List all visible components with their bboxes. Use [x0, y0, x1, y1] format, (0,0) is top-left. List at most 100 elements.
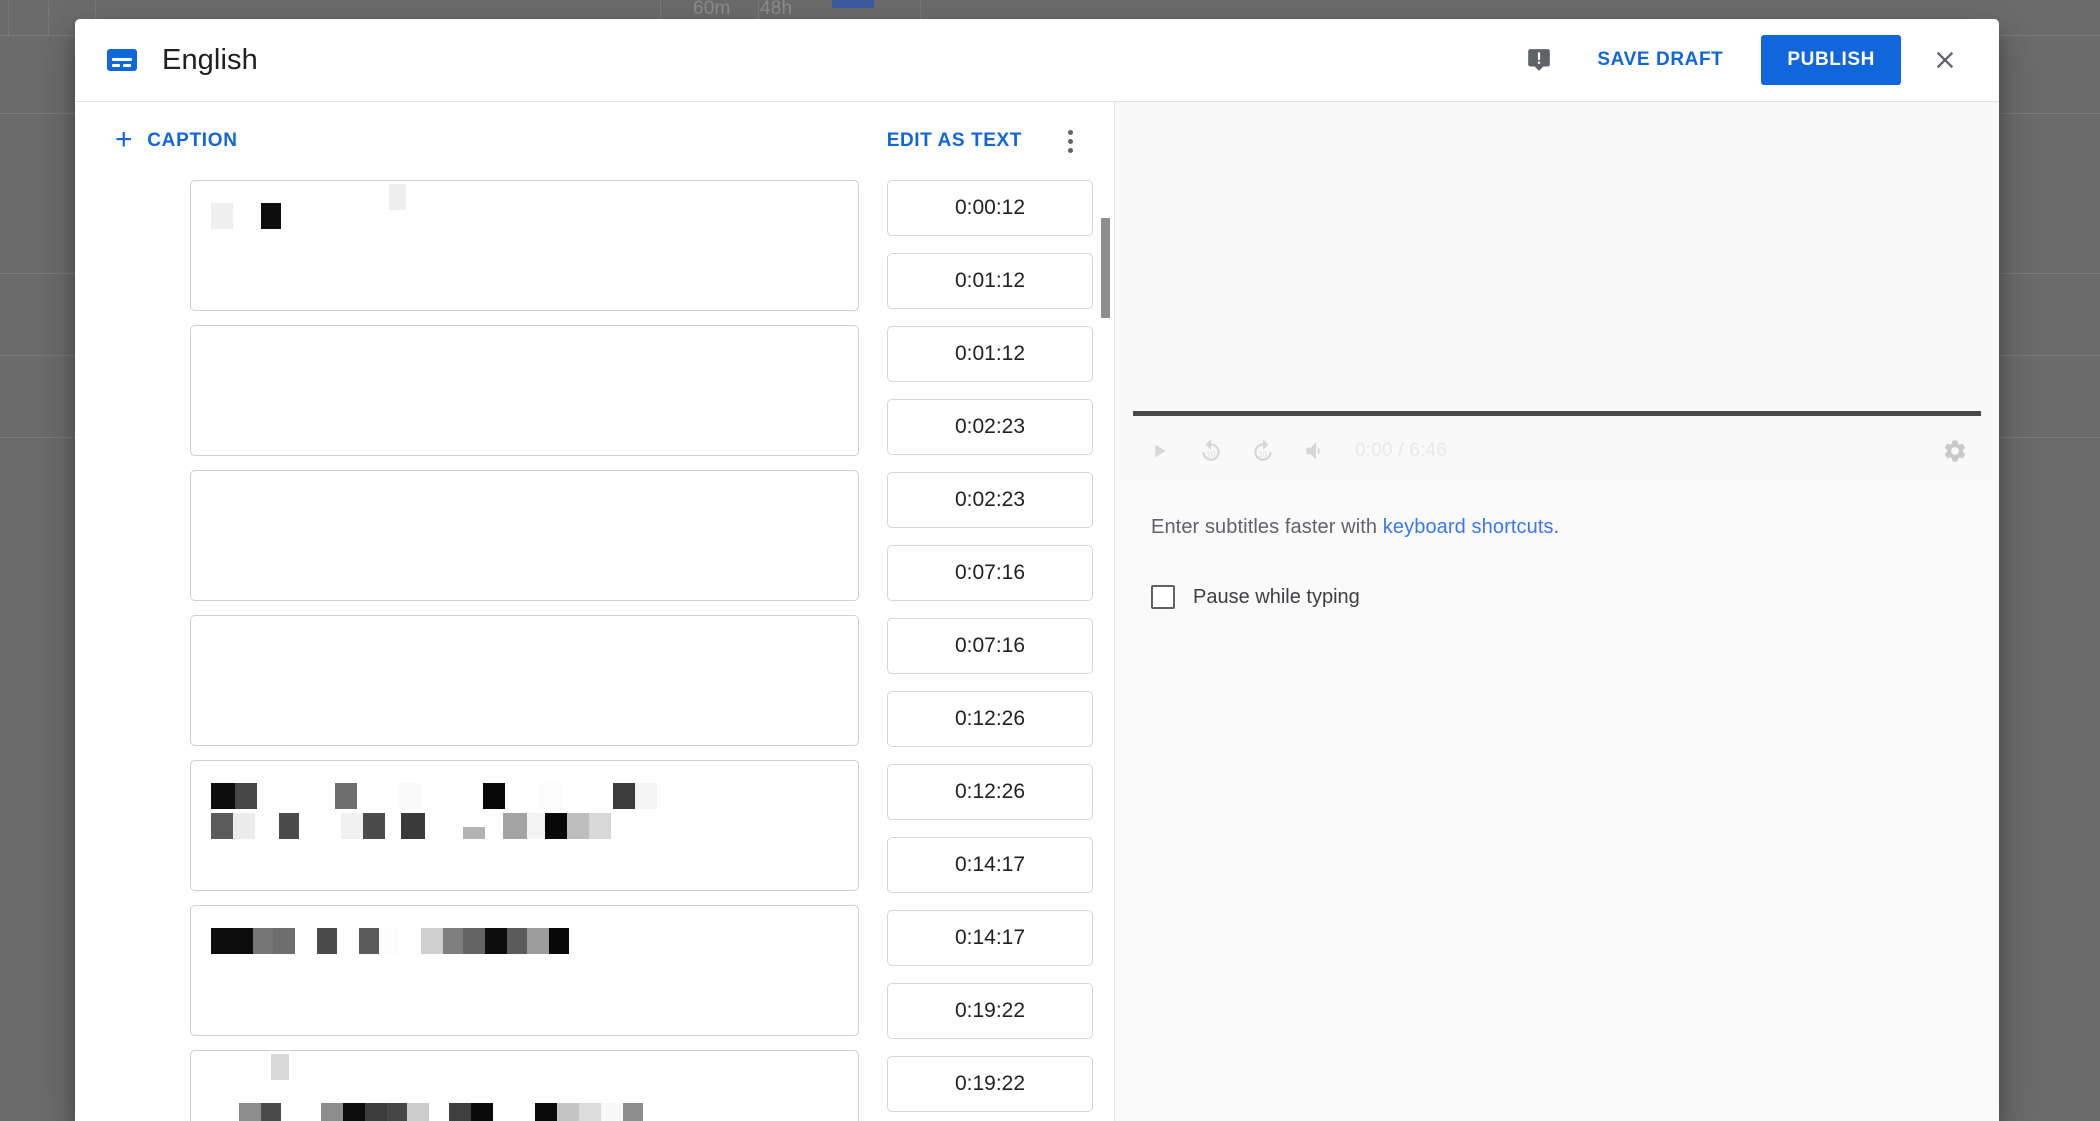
caption-timestamp-field[interactable]: 0:00:12 — [887, 180, 1093, 236]
caption-redacted-block — [239, 1103, 261, 1121]
caption-text-box[interactable] — [190, 615, 859, 746]
caption-timestamp-field[interactable]: 0:12:26 — [887, 764, 1093, 820]
caption-redacted-block — [401, 813, 425, 839]
caption-redacted-block — [211, 783, 235, 809]
play-icon — [1155, 444, 1166, 458]
scrollbar-thumb[interactable] — [1101, 218, 1110, 318]
caption-redacted-block — [343, 1103, 365, 1121]
background-column-divider — [48, 0, 49, 36]
closed-caption-icon — [107, 49, 137, 71]
caption-redacted-block — [483, 783, 505, 809]
caption-word-gap — [357, 783, 399, 809]
forward-10-icon: 10 — [1254, 439, 1272, 461]
caption-redacted-block — [211, 813, 233, 839]
caption-word-gap — [493, 1103, 535, 1121]
caption-timestamp-field[interactable]: 0:19:22 — [887, 983, 1093, 1039]
caption-redacted-block — [589, 813, 611, 839]
caption-word-gap — [211, 1073, 271, 1099]
play-button[interactable] — [1133, 425, 1185, 477]
caption-timestamp-field[interactable]: 0:01:12 — [887, 253, 1093, 309]
toolbar-right-actions: EDIT AS TEXT — [877, 119, 1092, 163]
caption-word-gap — [255, 813, 279, 839]
caption-timestamp-field[interactable]: 0:14:17 — [887, 910, 1093, 966]
caption-word-gap — [299, 813, 341, 839]
background-chip-48h: 48h — [760, 0, 793, 19]
caption-text-box[interactable] — [190, 470, 859, 601]
caption-timestamp-field[interactable]: 0:07:16 — [887, 618, 1093, 674]
caption-redacted-block — [535, 1103, 557, 1121]
caption-redacted-block — [601, 1103, 623, 1121]
caption-redacted-block — [335, 783, 357, 809]
caption-list-scroll-area[interactable]: 0:00:12 0:01:12 0:01:12 0:02:23 0:02:23 0:07:… — [75, 180, 1114, 1121]
caption-list-scrollbar[interactable] — [1101, 180, 1110, 1121]
video-time-display: 0:00 / 6:46 — [1355, 440, 1447, 461]
caption-timestamp-field[interactable]: 0:14:17 — [887, 837, 1093, 893]
caption-word-gap — [485, 813, 503, 839]
caption-redacted-line — [211, 1054, 838, 1099]
page-title: English — [162, 43, 258, 76]
caption-redacted-line — [211, 928, 838, 954]
caption-timestamp-field[interactable]: 0:02:23 — [887, 472, 1093, 528]
header-actions: SAVE DRAFT PUBLISH — [1515, 34, 1971, 86]
caption-timestamp-field[interactable]: 0:07:16 — [887, 545, 1093, 601]
more-vert-icon[interactable] — [1048, 119, 1092, 163]
caption-timestamp-field[interactable]: 0:19:22 — [887, 1056, 1093, 1112]
subtitles-editor-dialog: English SAVE DRAFT PUBLISH + CAPTION EDI… — [75, 19, 1999, 1121]
caption-word-gap — [421, 783, 483, 809]
pause-while-typing-checkbox[interactable] — [1151, 585, 1175, 609]
caption-timestamp-field[interactable]: 0:01:12 — [887, 326, 1093, 382]
dialog-header: English SAVE DRAFT PUBLISH — [75, 19, 1999, 101]
keyboard-shortcuts-link[interactable]: keyboard shortcuts — [1383, 516, 1554, 538]
caption-redacted-block — [235, 783, 257, 809]
close-button[interactable] — [1919, 34, 1971, 86]
caption-list: 0:00:12 0:01:12 0:01:12 0:02:23 0:02:23 0:07:… — [75, 180, 1114, 1121]
forward-10-button[interactable]: 10 — [1237, 425, 1289, 477]
kebab-dot — [1067, 129, 1073, 135]
caption-timestamp-column: 0:00:12 0:01:12 0:01:12 0:02:23 0:02:23 0:07:… — [887, 180, 1114, 1121]
caption-text-box[interactable] — [190, 1050, 859, 1121]
settings-button[interactable] — [1929, 425, 1981, 477]
caption-redacted-block — [363, 813, 385, 839]
video-progress-bar[interactable] — [1133, 411, 1981, 416]
volume-button[interactable] — [1289, 425, 1341, 477]
caption-redacted-block — [485, 928, 507, 954]
publish-button[interactable]: PUBLISH — [1761, 35, 1901, 85]
caption-word-gap — [295, 928, 317, 954]
feedback-button[interactable] — [1515, 36, 1563, 84]
caption-text-column — [75, 180, 887, 1121]
shortcuts-hint-prefix: Enter subtitles faster with — [1151, 516, 1383, 538]
caption-redacted-block — [527, 813, 545, 839]
save-draft-button[interactable]: SAVE DRAFT — [1581, 37, 1739, 83]
editor-toolbar: + CAPTION EDIT AS TEXT — [75, 102, 1114, 180]
caption-text-box[interactable] — [190, 180, 859, 311]
caption-redacted-block — [253, 928, 273, 954]
caption-redacted-block — [449, 1103, 471, 1121]
edit-as-text-button[interactable]: EDIT AS TEXT — [877, 122, 1032, 160]
caption-word-gap — [257, 783, 335, 809]
caption-text-box[interactable] — [190, 905, 859, 1036]
caption-redacted-block — [211, 928, 253, 954]
caption-redacted-block — [539, 783, 561, 809]
caption-redacted-block — [387, 1103, 407, 1121]
caption-timestamp-field[interactable]: 0:02:23 — [887, 399, 1093, 455]
caption-text-box[interactable] — [190, 760, 859, 891]
caption-word-gap — [561, 783, 613, 809]
caption-redacted-block — [507, 928, 527, 954]
caption-timestamp-field[interactable]: 0:12:26 — [887, 691, 1093, 747]
add-caption-button[interactable]: + CAPTION — [109, 118, 244, 164]
caption-text-box[interactable] — [190, 325, 859, 456]
video-preview-pane: 10 10 0:00 / 6:46 Enter subtitles faster… — [1115, 102, 1999, 1121]
shortcuts-hint-suffix: . — [1553, 516, 1560, 538]
caption-redacted-block — [635, 783, 657, 809]
caption-redacted-block — [567, 813, 589, 839]
caption-redacted-line — [211, 813, 838, 839]
caption-redacted-block — [317, 928, 337, 954]
pause-while-typing-label[interactable]: Pause while typing — [1193, 586, 1360, 609]
feedback-icon — [1528, 49, 1551, 71]
caption-redacted-block — [233, 813, 255, 839]
caption-word-gap — [429, 1103, 449, 1121]
svg-text:10: 10 — [1259, 449, 1267, 458]
caption-redacted-block — [545, 813, 567, 839]
replay-10-button[interactable]: 10 — [1185, 425, 1237, 477]
caption-redacted-block — [359, 928, 379, 954]
